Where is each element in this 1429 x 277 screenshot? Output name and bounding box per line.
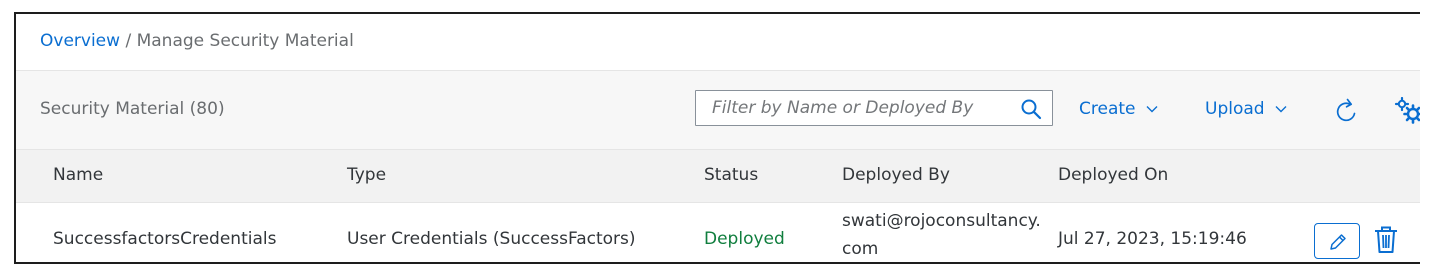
refresh-icon[interactable] (1335, 98, 1359, 124)
breadcrumb-separator: / (125, 31, 132, 51)
table-title: Security Material (80) (40, 99, 225, 119)
column-header-deployed-on[interactable]: Deployed On (1058, 165, 1168, 185)
breadcrumb-current: Manage Security Material (136, 31, 354, 51)
settings-icon[interactable] (1394, 97, 1420, 125)
table-row[interactable]: SuccessfactorsCredentials User Credentia… (16, 203, 1420, 262)
search-icon[interactable] (1020, 98, 1042, 120)
column-header-deployed-by[interactable]: Deployed By (842, 165, 950, 185)
cell-deployed-by: swati@rojoconsultancy.com (842, 211, 1041, 259)
upload-button[interactable]: Upload (1205, 99, 1287, 119)
column-header-type[interactable]: Type (347, 165, 386, 185)
app-frame: Overview / Manage Security Material Secu… (14, 12, 1420, 264)
status-badge: Deployed (704, 229, 785, 249)
column-header-status[interactable]: Status (704, 165, 758, 185)
search-field[interactable] (695, 90, 1053, 126)
table-header: Name Type Status Deployed By Deployed On (16, 150, 1420, 203)
delete-icon[interactable] (1373, 225, 1399, 255)
create-button[interactable]: Create (1079, 99, 1158, 119)
cell-name: SuccessfactorsCredentials (53, 229, 277, 249)
breadcrumb-overview-link[interactable]: Overview (40, 31, 120, 51)
create-label: Create (1079, 99, 1136, 119)
chevron-down-icon (1146, 106, 1157, 113)
breadcrumb-bar: Overview / Manage Security Material (16, 14, 1420, 71)
search-input[interactable] (696, 91, 1014, 125)
cell-deployed-on: Jul 27, 2023, 15:19:46 (1058, 229, 1247, 249)
chevron-down-icon (1275, 106, 1287, 113)
column-header-name[interactable]: Name (53, 165, 103, 185)
edit-button[interactable] (1314, 223, 1360, 259)
upload-label: Upload (1205, 99, 1265, 119)
edit-icon (1330, 234, 1346, 250)
breadcrumb: Overview / Manage Security Material (40, 31, 354, 51)
cell-type: User Credentials (SuccessFactors) (347, 229, 636, 249)
table-toolbar: Security Material (80) Create Upload (16, 71, 1420, 150)
